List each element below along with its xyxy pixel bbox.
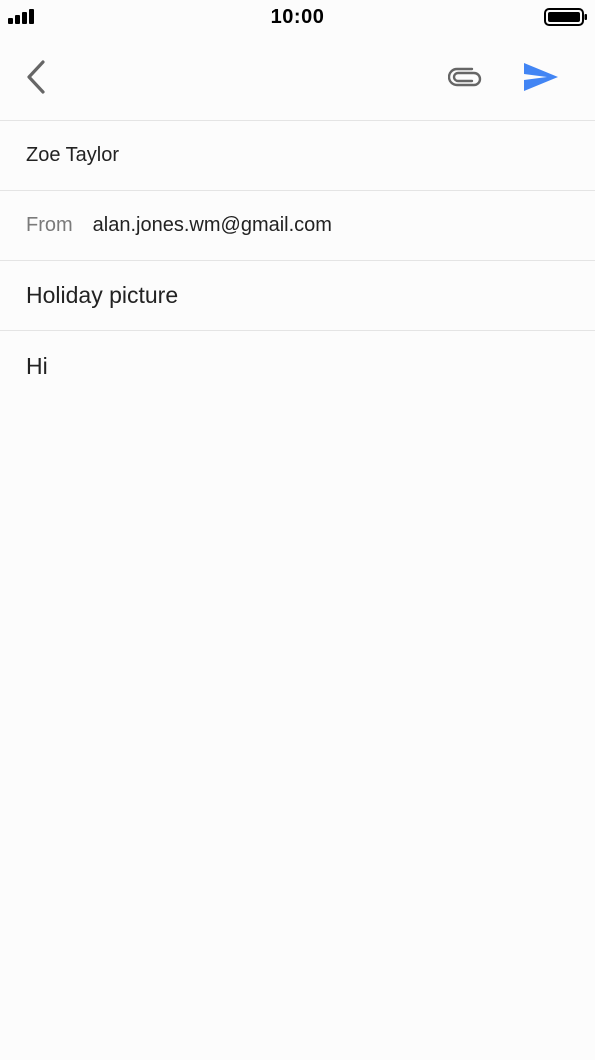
- body-field[interactable]: Hi: [0, 330, 595, 1060]
- from-field[interactable]: From alan.jones.wm@gmail.com: [0, 190, 595, 260]
- attach-button[interactable]: [442, 56, 488, 98]
- status-bar: 10:00: [0, 0, 595, 34]
- compose-toolbar: [0, 34, 595, 120]
- from-label: From: [26, 214, 73, 236]
- send-button[interactable]: [516, 54, 566, 100]
- from-value: alan.jones.wm@gmail.com: [92, 214, 332, 236]
- battery-full-icon: [544, 8, 587, 26]
- subject-field[interactable]: Holiday picture: [0, 260, 595, 330]
- compose-screen: 10:00 Zoe Taylor From alan.jones.wm@gmai…: [0, 0, 595, 1060]
- chevron-left-icon: [27, 60, 45, 94]
- status-time: 10:00: [270, 6, 325, 28]
- to-field[interactable]: Zoe Taylor: [0, 120, 595, 190]
- paperclip-icon: [448, 67, 482, 87]
- send-icon: [524, 63, 558, 91]
- recipient-value: Zoe Taylor: [26, 144, 120, 166]
- subject-value: Holiday picture: [26, 282, 179, 308]
- back-button[interactable]: [16, 56, 56, 98]
- body-text: Hi: [26, 353, 48, 379]
